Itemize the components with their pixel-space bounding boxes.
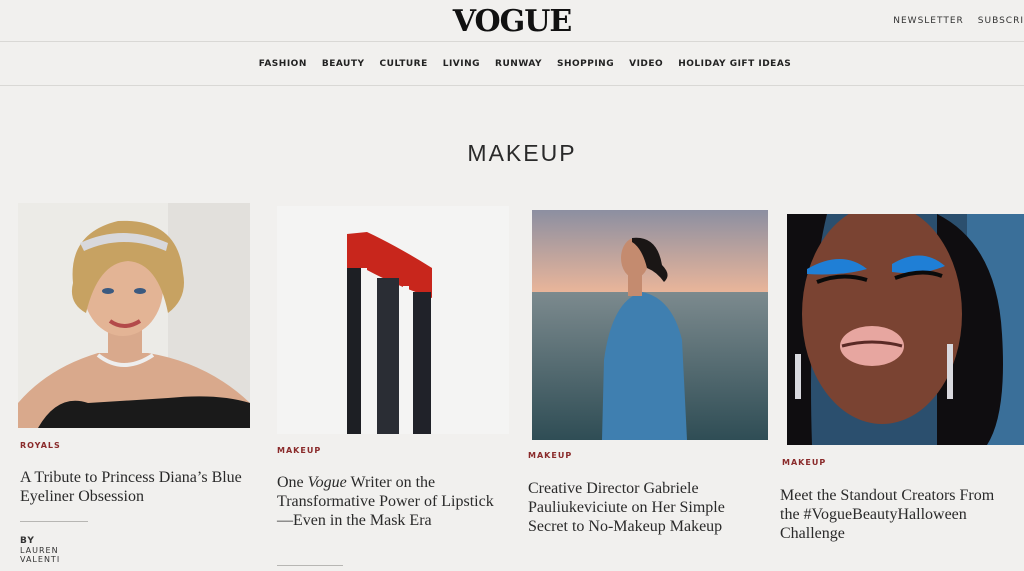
seaside-portrait-photo[interactable] [532,210,768,440]
main-nav: FASHION BEAUTY CULTURE LIVING RUNWAY SHO… [0,42,1024,86]
blue-eyeshadow-photo[interactable] [787,214,1024,445]
article-headline[interactable]: Creative Director Gabriele Pauliukeviciu… [528,479,758,536]
nav-living[interactable]: LIVING [443,59,480,69]
nav-shopping[interactable]: SHOPPING [557,59,614,69]
header-links: NEWSLETTER SUBSCRI [893,16,1024,26]
lipstick-photo[interactable] [277,206,509,434]
subscribe-link[interactable]: SUBSCRI [978,16,1024,26]
nav-holiday-gift-ideas[interactable]: HOLIDAY GIFT IDEAS [678,59,791,69]
byline: BY LAUREN VALENTI [20,536,60,564]
article-tag[interactable]: MAKEUP [528,451,572,460]
article-tag[interactable]: ROYALS [20,441,61,450]
article-tag[interactable]: MAKEUP [277,446,321,455]
vogue-logo[interactable]: VOGUE [0,4,1024,39]
nav-culture[interactable]: CULTURE [380,59,428,69]
section-title: MAKEUP [467,140,577,166]
byline-prefix: BY [20,536,35,546]
headline-emphasis: Vogue [307,474,347,491]
author-link[interactable]: LAUREN VALENTI [20,546,60,564]
article-headline[interactable]: A Tribute to Princess Diana’s Blue Eyeli… [20,468,255,506]
article-headline[interactable]: One Vogue Writer on the Transformative P… [277,473,502,530]
divider [20,521,88,522]
nav-beauty[interactable]: BEAUTY [322,59,365,69]
princess-diana-photo[interactable] [18,203,250,428]
article-headline[interactable]: Meet the Standout Creators From the #Vog… [780,486,1016,543]
headline-part: One [277,474,308,491]
nav-runway[interactable]: RUNWAY [495,59,542,69]
article-tag[interactable]: MAKEUP [782,458,826,467]
divider [277,565,343,566]
nav-fashion[interactable]: FASHION [259,59,307,69]
site-header: VOGUE NEWSLETTER SUBSCRI [0,0,1024,42]
newsletter-link[interactable]: NEWSLETTER [893,16,964,26]
nav-video[interactable]: VIDEO [629,59,663,69]
